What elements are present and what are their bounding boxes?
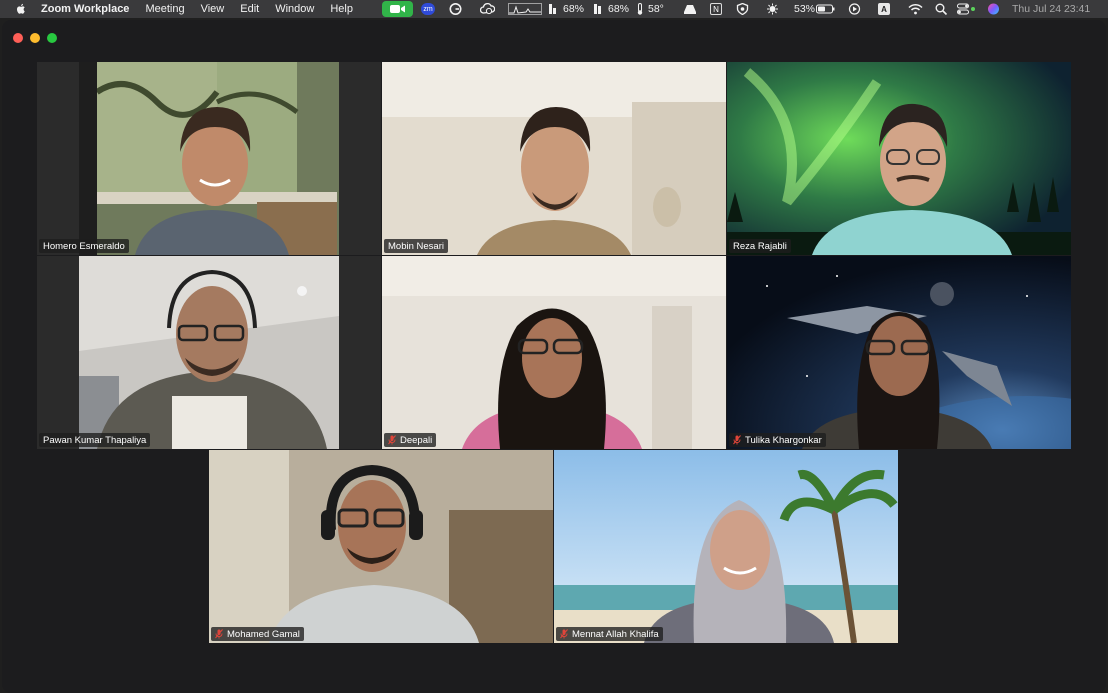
menu-window[interactable]: Window — [275, 3, 314, 15]
network-graph-icon — [508, 3, 542, 15]
control-center-icon[interactable] — [957, 3, 977, 15]
participant-name: Tulika Khargonkar — [745, 434, 822, 446]
video-tile-participant-7[interactable]: Mohamed Gamal — [209, 450, 553, 643]
now-playing-icon[interactable] — [848, 3, 861, 15]
drive-icon[interactable] — [682, 3, 697, 15]
video-tile-participant-8[interactable]: Mennat Allah Khalifa — [554, 450, 898, 643]
menu-meeting[interactable]: Meeting — [145, 3, 184, 15]
zoom-camera-status-icon[interactable] — [382, 1, 413, 17]
participant-name: Reza Rajabli — [733, 240, 787, 252]
input-source-icon[interactable]: A — [878, 3, 890, 15]
vpn-shield-icon[interactable] — [736, 3, 749, 15]
participant-name-tag: Mobin Nesari — [384, 239, 448, 253]
wifi-icon[interactable] — [908, 3, 923, 15]
close-window-button[interactable] — [13, 33, 23, 43]
video-tile-participant-5[interactable]: Deepali — [382, 256, 726, 449]
menu-edit[interactable]: Edit — [240, 3, 259, 15]
clock-datetime[interactable]: Thu Jul 24 23:41 — [1012, 3, 1090, 15]
memory-usage-text: 68% — [608, 3, 630, 15]
muted-mic-icon — [388, 435, 396, 445]
video-tile-participant-1[interactable]: Homero Esmeraldo — [37, 62, 381, 255]
participant-name-tag: Mennat Allah Khalifa — [556, 627, 663, 641]
video-tile-participant-4[interactable]: Pawan Kumar Thapaliya — [37, 256, 381, 449]
participant-video-feed — [382, 62, 726, 255]
participant-video-feed — [382, 256, 726, 449]
battery-icon[interactable] — [816, 3, 835, 15]
apple-menu-icon[interactable] — [14, 2, 28, 16]
thermometer-icon — [636, 3, 644, 15]
participant-video-feed — [209, 450, 553, 643]
battery-percent-text: 53% — [794, 3, 816, 15]
participant-video-feed — [727, 62, 1071, 255]
cpu-usage-text: 68% — [563, 3, 585, 15]
cpu-chip-icon — [548, 3, 557, 15]
participant-video-feed — [554, 450, 898, 643]
participant-name-tag: Deepali — [384, 433, 437, 447]
participant-name-tag: Homero Esmeraldo — [39, 239, 129, 253]
participant-name: Mennat Allah Khalifa — [572, 628, 659, 640]
memory-icon — [593, 3, 602, 15]
spotlight-search-icon[interactable] — [935, 3, 948, 15]
menu-help[interactable]: Help — [330, 3, 353, 15]
participant-name-tag: Pawan Kumar Thapaliya — [39, 433, 151, 447]
muted-mic-icon — [215, 629, 223, 639]
muted-mic-icon — [733, 435, 741, 445]
participant-name-tag: Mohamed Gamal — [211, 627, 304, 641]
fullscreen-window-button[interactable] — [47, 33, 57, 43]
menu-bar: Zoom Workplace Meeting View Edit Window … — [0, 0, 1108, 18]
video-tile-participant-6[interactable]: Tulika Khargonkar — [727, 256, 1071, 449]
video-tile-participant-3[interactable]: Reza Rajabli — [727, 62, 1071, 255]
participant-name-tag: Reza Rajabli — [729, 239, 791, 253]
minimize-window-button[interactable] — [30, 33, 40, 43]
participant-name: Pawan Kumar Thapaliya — [43, 434, 147, 446]
participant-name-tag: Tulika Khargonkar — [729, 433, 826, 447]
cloud-sync-icon[interactable] — [480, 3, 495, 15]
participant-video-feed — [79, 62, 339, 255]
zoom-meeting-window: Homero Esmeraldo Mobin Nesari Reza Rajab… — [2, 20, 1106, 693]
participant-name: Mohamed Gamal — [227, 628, 300, 640]
grammarly-icon[interactable] — [449, 3, 462, 15]
muted-mic-icon — [560, 629, 568, 639]
participant-name: Mobin Nesari — [388, 240, 444, 252]
screen-capture-icon[interactable] — [766, 3, 779, 15]
notion-icon[interactable]: N — [710, 3, 722, 15]
video-tile-participant-2[interactable]: Mobin Nesari — [382, 62, 726, 255]
participant-name: Homero Esmeraldo — [43, 240, 125, 252]
participant-video-feed — [727, 256, 1071, 449]
app-menu-zoom-workplace[interactable]: Zoom Workplace — [41, 3, 129, 15]
participant-video-feed — [37, 256, 381, 449]
siri-icon[interactable] — [987, 3, 1000, 15]
participant-name: Deepali — [400, 434, 433, 446]
zoom-mail-icon[interactable]: zm — [421, 3, 435, 15]
menu-view[interactable]: View — [201, 3, 225, 15]
temperature-text: 58° — [648, 3, 664, 15]
